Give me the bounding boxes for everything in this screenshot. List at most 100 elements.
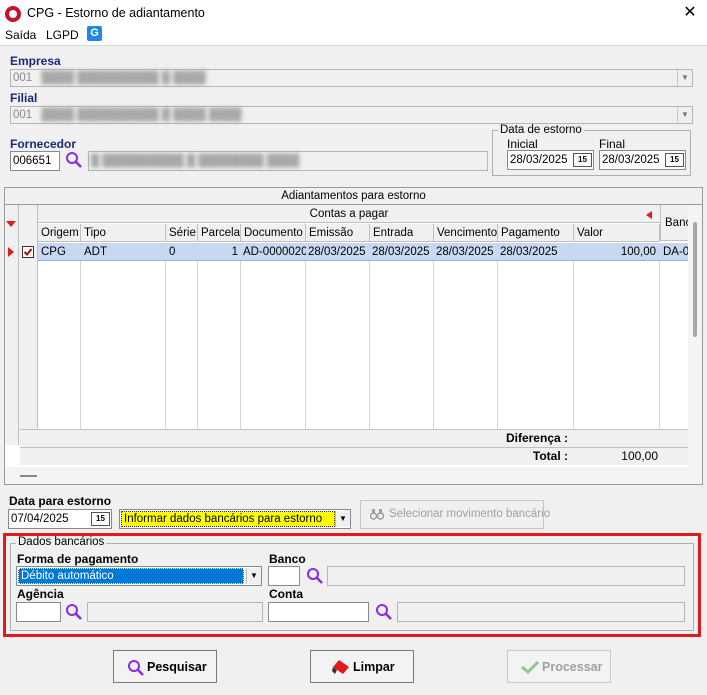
banco-input[interactable] bbox=[268, 566, 300, 586]
empresa-label: Empresa bbox=[10, 54, 61, 68]
search-icon[interactable] bbox=[65, 603, 82, 620]
collapse-left-icon[interactable] bbox=[645, 210, 653, 220]
horizontal-scrollbar[interactable] bbox=[5, 467, 702, 484]
checkmark-icon bbox=[521, 660, 539, 674]
inicial-date-value: 28/03/2025 bbox=[510, 154, 568, 166]
data-estorno-group-title: Data de estorno bbox=[498, 124, 584, 136]
cell-parcela: 1 bbox=[231, 246, 238, 258]
data-para-estorno-value: 07/04/2025 bbox=[11, 513, 69, 525]
filial-label: Filial bbox=[10, 91, 38, 105]
menu-item-saida[interactable]: Saída bbox=[5, 28, 36, 42]
opcao-estorno-value: Informar dados bancários para estorno bbox=[121, 511, 335, 527]
checkmark-icon bbox=[23, 248, 33, 256]
search-icon[interactable] bbox=[306, 567, 323, 584]
col-header-valor[interactable]: Valor bbox=[574, 224, 660, 242]
col-header-origem[interactable]: Origem bbox=[38, 224, 81, 242]
close-icon[interactable]: ✕ bbox=[679, 3, 701, 23]
chevron-down-icon[interactable]: ▼ bbox=[677, 107, 692, 123]
processar-button[interactable]: Processar bbox=[507, 650, 611, 683]
calendar-icon[interactable]: 15 bbox=[91, 512, 110, 526]
processar-label: Processar bbox=[542, 660, 603, 674]
cell-vencimento: 28/03/2025 bbox=[436, 246, 494, 258]
fornecedor-name-redacted: █ ██████████ █ ████████ ████ bbox=[91, 155, 300, 167]
chevron-down-icon[interactable]: ▼ bbox=[246, 568, 261, 584]
limpar-button[interactable]: Limpar bbox=[310, 650, 414, 683]
calendar-icon[interactable]: 15 bbox=[573, 153, 592, 167]
col-divider bbox=[497, 261, 498, 429]
inicial-label: Inicial bbox=[507, 137, 538, 151]
contas-a-pagar-header: Contas a pagar bbox=[38, 205, 660, 223]
col-divider bbox=[80, 261, 81, 429]
filial-code: 001 bbox=[13, 109, 33, 121]
final-label: Final bbox=[599, 137, 626, 151]
col-header-banco-truncated[interactable]: Banc bbox=[660, 205, 688, 241]
diferenca-row bbox=[20, 429, 688, 447]
fornecedor-name-field: █ ██████████ █ ████████ ████ bbox=[88, 151, 488, 171]
agencia-name-field bbox=[87, 602, 263, 622]
cell-emissao: 28/03/2025 bbox=[308, 246, 366, 258]
horizontal-scrollbar-thumb[interactable] bbox=[20, 475, 37, 477]
search-icon bbox=[128, 660, 144, 676]
banco-label: Banco bbox=[269, 552, 306, 566]
col-header-entrada[interactable]: Entrada bbox=[370, 224, 434, 242]
col-divider bbox=[305, 261, 306, 429]
cell-serie: 0 bbox=[169, 246, 176, 258]
cell-valor: 100,00 bbox=[620, 246, 656, 258]
col-divider bbox=[240, 261, 241, 429]
scrollbar-thumb[interactable] bbox=[693, 222, 697, 337]
conta-input[interactable] bbox=[268, 602, 369, 622]
col-header-vencimento[interactable]: Vencimento bbox=[434, 224, 498, 242]
menu-item-lgpd[interactable]: LGPD bbox=[46, 28, 79, 42]
app-logo-icon bbox=[5, 6, 21, 22]
col-header-emissao[interactable]: Emissão bbox=[306, 224, 370, 242]
cell-entrada: 28/03/2025 bbox=[372, 246, 430, 258]
col-header-serie[interactable]: Série bbox=[166, 224, 198, 242]
agencia-input[interactable] bbox=[16, 602, 61, 622]
checkbox-column bbox=[19, 205, 38, 445]
selecionar-movimento-label: Selecionar movimento bancário bbox=[389, 508, 551, 520]
chevron-down-icon[interactable]: ▼ bbox=[677, 70, 692, 86]
pesquisar-label: Pesquisar bbox=[147, 660, 207, 674]
cell-pagamento: 28/03/2025 bbox=[500, 246, 558, 258]
sort-down-icon[interactable] bbox=[5, 220, 17, 228]
agencia-label: Agência bbox=[17, 587, 64, 601]
cell-tipo-documento: ADT bbox=[84, 246, 107, 258]
total-label: Total : bbox=[532, 449, 568, 463]
grid-section-title: Adiantamentos para estorno bbox=[4, 187, 703, 205]
diferenca-label: Diferença : bbox=[505, 431, 568, 445]
current-row-indicator-icon bbox=[8, 247, 14, 257]
filial-select[interactable]: 001 ████ ██████████ █ ████ ████ bbox=[10, 106, 693, 124]
total-value: 100,00 bbox=[621, 449, 658, 463]
col-divider bbox=[659, 261, 660, 429]
col-header-parcela[interactable]: Parcela bbox=[198, 224, 241, 242]
menu-bar bbox=[0, 28, 707, 46]
row-checkbox[interactable] bbox=[22, 246, 34, 258]
banco-name-field bbox=[327, 566, 685, 586]
search-icon[interactable] bbox=[65, 151, 82, 168]
conta-name-field bbox=[397, 602, 685, 622]
fornecedor-code-input[interactable]: 006651 bbox=[10, 151, 60, 171]
empresa-name-redacted: ████ ██████████ █ ████ bbox=[41, 72, 206, 84]
forma-pagamento-value: Débito automático bbox=[18, 568, 244, 584]
chevron-down-icon[interactable]: ▼ bbox=[335, 511, 350, 527]
window-title: CPG - Estorno de adiantamento bbox=[27, 6, 205, 20]
col-header-documento[interactable]: Documento bbox=[241, 224, 306, 242]
empresa-select[interactable]: 001 ████ ██████████ █ ████ bbox=[10, 69, 693, 87]
pesquisar-button[interactable]: Pesquisar bbox=[113, 650, 217, 683]
col-header-pagamento[interactable]: Pagamento bbox=[498, 224, 574, 242]
app-g-icon[interactable]: G bbox=[87, 26, 102, 41]
col-divider bbox=[165, 261, 166, 429]
cell-origem: CPG bbox=[41, 246, 66, 258]
data-para-estorno-label: Data para estorno bbox=[9, 494, 112, 508]
col-divider bbox=[197, 261, 198, 429]
calendar-icon[interactable]: 15 bbox=[665, 153, 684, 167]
eraser-icon bbox=[332, 660, 349, 674]
filial-name-redacted: ████ ██████████ █ ████ ████ bbox=[41, 109, 242, 121]
col-divider bbox=[369, 261, 370, 429]
row-indicator-column bbox=[5, 205, 19, 445]
final-date-value: 28/03/2025 bbox=[602, 154, 660, 166]
col-divider bbox=[573, 261, 574, 429]
cell-documento: AD-0000020 bbox=[243, 246, 306, 258]
search-icon[interactable] bbox=[375, 603, 392, 620]
col-header-tipo-documento[interactable]: Tipo documento bbox=[81, 224, 166, 257]
